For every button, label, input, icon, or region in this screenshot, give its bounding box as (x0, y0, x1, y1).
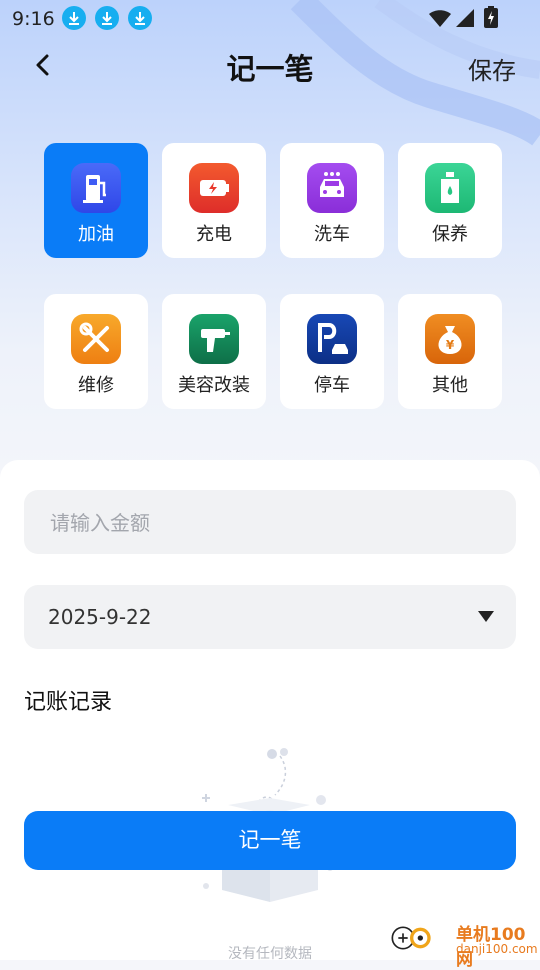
drill-icon (189, 314, 239, 364)
status-bar: 9:16 (0, 0, 540, 36)
category-parking[interactable]: 停车 (280, 294, 384, 409)
save-button[interactable]: 保存 (468, 51, 516, 86)
category-detailing[interactable]: 美容改装 (162, 294, 266, 409)
category-label: 其他 (432, 375, 468, 396)
category-label: 停车 (314, 375, 350, 396)
category-label: 维修 (78, 375, 114, 396)
date-select[interactable]: 2025-9-22 (24, 585, 516, 649)
download-icon (62, 6, 86, 30)
category-label: 美容改装 (178, 375, 250, 396)
oil-can-icon (425, 163, 475, 213)
parking-icon (307, 314, 357, 364)
category-charge[interactable]: 充电 (162, 143, 266, 258)
download-icon (95, 6, 119, 30)
records-title: 记账记录 (24, 690, 113, 715)
category-fuel[interactable]: 加油 (44, 143, 148, 258)
status-time: 9:16 (12, 8, 55, 30)
category-label: 洗车 (314, 224, 350, 245)
submit-button[interactable]: 记一笔 (24, 811, 516, 870)
amount-input[interactable] (48, 490, 492, 556)
category-maintenance[interactable]: 保养 (398, 143, 502, 258)
watermark-logo-icon (391, 926, 431, 950)
money-bag-icon: ¥ (425, 314, 475, 364)
battery-charge-icon (189, 163, 239, 213)
amount-field[interactable] (24, 490, 516, 556)
page-title: 记一笔 (226, 52, 314, 86)
category-label: 加油 (78, 224, 114, 245)
category-car-wash[interactable]: 洗车 (280, 143, 384, 258)
battery-charging-icon (484, 6, 498, 32)
signal-icon (455, 8, 475, 32)
svg-text:¥: ¥ (446, 338, 455, 352)
wifi-icon (428, 8, 452, 32)
watermark-url: danji100.com (456, 942, 538, 956)
category-label: 保养 (432, 224, 468, 245)
watermark: 单机100网 danji100.com (388, 914, 540, 970)
category-repair[interactable]: 维修 (44, 294, 148, 409)
category-other[interactable]: ¥ 其他 (398, 294, 502, 409)
download-icon (128, 6, 152, 30)
fuel-pump-icon (71, 163, 121, 213)
wrench-screwdriver-icon (71, 314, 121, 364)
category-label: 充电 (196, 224, 232, 245)
car-wash-icon (307, 163, 357, 213)
dropdown-arrow-icon (478, 611, 494, 622)
date-value: 2025-9-22 (48, 605, 152, 629)
